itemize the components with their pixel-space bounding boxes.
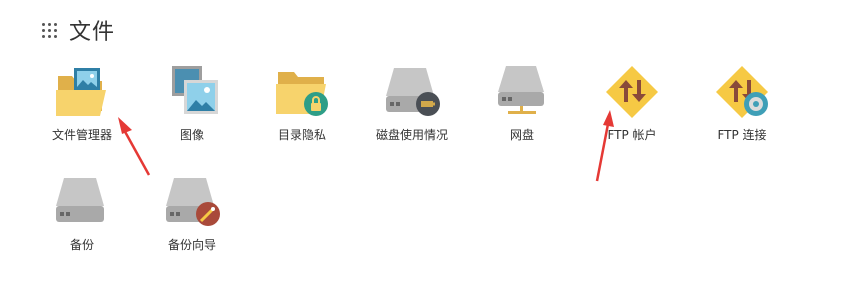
tile-disk-usage[interactable]: 磁盘使用情况 (357, 66, 467, 166)
tile-label: 网盘 (509, 128, 534, 142)
tile-label: 文件管理器 (51, 128, 112, 142)
tile-file-manager[interactable]: 文件管理器 (27, 66, 137, 166)
tile-backup-wizard[interactable]: 备份向导 (137, 176, 247, 276)
tile-label: 备份向导 (167, 238, 216, 252)
images-icon (172, 66, 218, 114)
backup-drive-icon (56, 178, 104, 222)
tile-label: 目录隐私 (277, 128, 326, 142)
tile-images[interactable]: 图像 (137, 66, 247, 166)
tile-network-drive[interactable]: 网盘 (467, 66, 577, 166)
tile-label: FTP 帐户 (607, 128, 657, 142)
folder-lock-icon (276, 72, 328, 116)
tile-label: 图像 (179, 128, 204, 142)
grid-dots-icon[interactable] (42, 22, 57, 38)
network-drive-icon (498, 66, 544, 114)
tile-backup[interactable]: 备份 (27, 176, 137, 276)
tile-label: 磁盘使用情况 (375, 128, 448, 142)
section-title: 文件 (69, 20, 116, 45)
tile-label: FTP 连接 (717, 128, 767, 142)
backup-wizard-icon (166, 178, 220, 226)
tile-ftp-connections[interactable]: FTP 连接 (687, 66, 797, 166)
ftp-accounts-icon (606, 66, 658, 118)
folder-image-icon (56, 68, 106, 116)
tile-ftp-accounts[interactable]: FTP 帐户 (577, 66, 687, 166)
tile-directory-privacy[interactable]: 目录隐私 (247, 66, 357, 166)
ftp-connections-icon (716, 66, 768, 118)
section-header: 文件 (42, 14, 115, 46)
tile-label: 备份 (69, 238, 94, 252)
disk-usage-icon (386, 68, 440, 116)
